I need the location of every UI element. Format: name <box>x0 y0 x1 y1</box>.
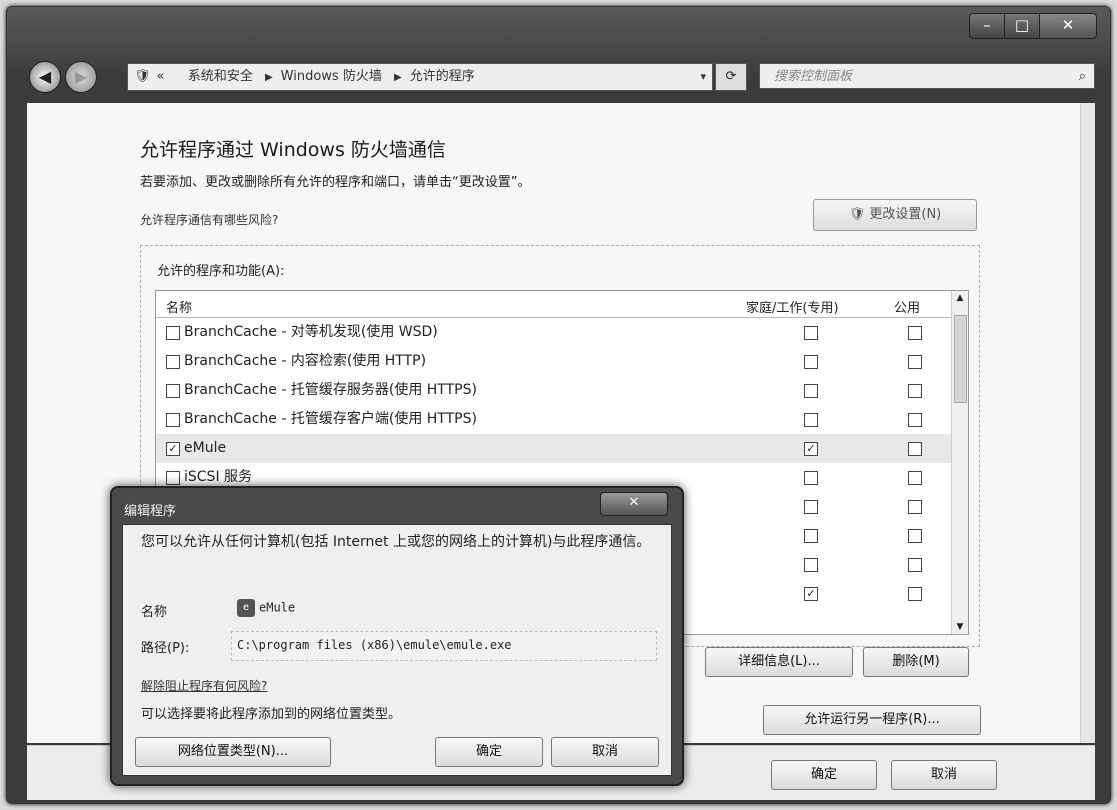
search-placeholder: 搜索控制面板 <box>774 69 853 84</box>
home-work-checkbox[interactable] <box>804 529 818 543</box>
list-label: 允许的程序和功能(A): <box>157 264 285 279</box>
home-work-checkbox[interactable] <box>804 355 818 369</box>
column-name[interactable]: 名称 <box>166 297 192 316</box>
window-scrollbar[interactable] <box>1080 103 1095 743</box>
enable-checkbox[interactable] <box>166 384 180 398</box>
home-work-checkbox[interactable] <box>804 471 818 485</box>
forward-button[interactable]: ▶ <box>65 61 97 93</box>
breadcrumb-allowed-programs[interactable]: 允许的程序 <box>410 69 475 84</box>
risk-link[interactable]: 允许程序通信有哪些风险? <box>140 211 278 228</box>
dialog-close-button[interactable]: ✕ <box>600 492 668 516</box>
program-row[interactable]: BranchCache - 托管缓存客户端(使用 HTTPS) <box>156 405 952 434</box>
maximize-button[interactable]: □ <box>1004 13 1040 39</box>
home-work-checkbox[interactable] <box>804 500 818 514</box>
minimize-button[interactable]: – <box>969 13 1005 39</box>
public-checkbox[interactable] <box>908 355 922 369</box>
home-work-checkbox[interactable]: ✓ <box>804 587 818 601</box>
enable-checkbox[interactable] <box>166 326 180 340</box>
dialog-cancel-button[interactable]: 取消 <box>551 737 659 767</box>
public-checkbox[interactable] <box>908 384 922 398</box>
close-button[interactable]: ✕ <box>1039 13 1097 39</box>
forward-arrow-icon: ▶ <box>74 67 88 86</box>
dialog-title: 编辑程序 <box>124 504 177 519</box>
unblock-risk-link[interactable]: 解除阻止程序有何风险? <box>141 677 267 694</box>
refresh-button[interactable]: ⟳ <box>715 63 747 91</box>
breadcrumb-separator-icon[interactable]: ▶ <box>265 72 273 83</box>
search-icon[interactable]: ⌕ <box>1079 64 1086 90</box>
remove-button[interactable]: 删除(M) <box>863 647 969 677</box>
home-work-checkbox[interactable] <box>804 326 818 340</box>
program-row[interactable]: BranchCache - 托管缓存服务器(使用 HTTPS) <box>156 376 952 405</box>
edit-program-dialog: 编辑程序 ✕ 您可以允许从任何计算机(包括 Internet 上或您的网络上的计… <box>110 486 684 786</box>
program-name: BranchCache - 内容检索(使用 HTTP) <box>184 353 427 369</box>
title-bar: – □ ✕ <box>7 7 1110 59</box>
enable-checkbox[interactable] <box>166 471 180 485</box>
program-row[interactable]: BranchCache - 内容检索(使用 HTTP) <box>156 347 952 376</box>
allow-another-program-button[interactable]: 允许运行另一程序(R)... <box>763 705 981 735</box>
back-arrow-icon: ◀ <box>38 67 52 86</box>
public-checkbox[interactable] <box>908 500 922 514</box>
change-settings-button[interactable]: 🛡 更改设置(N) <box>813 199 977 231</box>
enable-checkbox[interactable] <box>166 355 180 369</box>
program-name: e eMule <box>237 599 295 617</box>
shield-icon: 🛡 <box>848 207 870 222</box>
control-panel-icon: 🛡 <box>134 69 151 84</box>
program-path: C:\program files (x86)\emule\emule.exe <box>237 638 512 652</box>
back-button[interactable]: ◀ <box>29 61 61 93</box>
list-scrollbar[interactable]: ▲ ▼ <box>951 291 968 634</box>
public-checkbox[interactable] <box>908 413 922 427</box>
refresh-icon: ⟳ <box>725 69 737 84</box>
program-name: BranchCache - 托管缓存客户端(使用 HTTPS) <box>184 411 477 427</box>
public-checkbox[interactable] <box>908 587 922 601</box>
page-description: 若要添加、更改或删除所有允许的程序和端口，请单击“更改设置”。 <box>140 175 531 190</box>
scroll-down-icon[interactable]: ▼ <box>952 622 968 632</box>
network-type-hint: 可以选择要将此程序添加到的网络位置类型。 <box>141 707 402 722</box>
page-title: 允许程序通过 Windows 防火墙通信 <box>140 139 446 161</box>
home-work-checkbox[interactable] <box>804 413 818 427</box>
breadcrumb-separator-icon[interactable]: ▶ <box>394 72 402 83</box>
program-name: BranchCache - 托管缓存服务器(使用 HTTPS) <box>184 382 477 398</box>
column-home-work[interactable]: 家庭/工作(专用) <box>746 297 839 316</box>
scroll-up-icon[interactable]: ▲ <box>952 293 968 303</box>
breadcrumb-overflow[interactable]: « <box>157 69 165 84</box>
program-row[interactable]: ✓ eMule ✓ <box>156 434 952 463</box>
name-label: 名称 <box>141 605 168 620</box>
breadcrumb-windows-firewall[interactable]: Windows 防火墙 <box>281 69 382 84</box>
public-checkbox[interactable] <box>908 558 922 572</box>
dialog-ok-button[interactable]: 确定 <box>435 737 543 767</box>
home-work-checkbox[interactable]: ✓ <box>804 442 818 456</box>
enable-checkbox[interactable] <box>166 413 180 427</box>
public-checkbox[interactable] <box>908 442 922 456</box>
details-button[interactable]: 详细信息(L)... <box>705 647 853 677</box>
column-public[interactable]: 公用 <box>894 297 920 316</box>
public-checkbox[interactable] <box>908 326 922 340</box>
dialog-body: 您可以允许从任何计算机(包括 Internet 上或您的网络上的计算机)与此程序… <box>122 524 672 776</box>
program-row[interactable]: BranchCache - 对等机发现(使用 WSD) <box>156 318 952 347</box>
program-name: BranchCache - 对等机发现(使用 WSD) <box>184 324 438 340</box>
ok-button[interactable]: 确定 <box>771 760 877 790</box>
network-location-types-button[interactable]: 网络位置类型(N)... <box>135 737 331 767</box>
search-input[interactable]: 搜索控制面板 ⌕ <box>759 63 1095 89</box>
public-checkbox[interactable] <box>908 471 922 485</box>
program-name: eMule <box>184 440 227 456</box>
dialog-intro: 您可以允许从任何计算机(包括 Internet 上或您的网络上的计算机)与此程序… <box>141 534 651 550</box>
enable-checkbox[interactable]: ✓ <box>166 442 180 456</box>
home-work-checkbox[interactable] <box>804 384 818 398</box>
emule-app-icon: e <box>237 599 255 617</box>
list-header: 名称 家庭/工作(专用) 公用 <box>156 291 952 318</box>
breadcrumb-system-security[interactable]: 系统和安全 <box>188 69 253 84</box>
path-label: 路径(P): <box>141 641 190 656</box>
address-dropdown-icon[interactable]: ▾ <box>700 64 706 90</box>
home-work-checkbox[interactable] <box>804 558 818 572</box>
address-bar[interactable]: 🛡 « 系统和安全 ▶ Windows 防火墙 ▶ 允许的程序 ▾ <box>127 63 713 91</box>
public-checkbox[interactable] <box>908 529 922 543</box>
cancel-button[interactable]: 取消 <box>891 760 997 790</box>
scroll-thumb[interactable] <box>954 315 967 403</box>
